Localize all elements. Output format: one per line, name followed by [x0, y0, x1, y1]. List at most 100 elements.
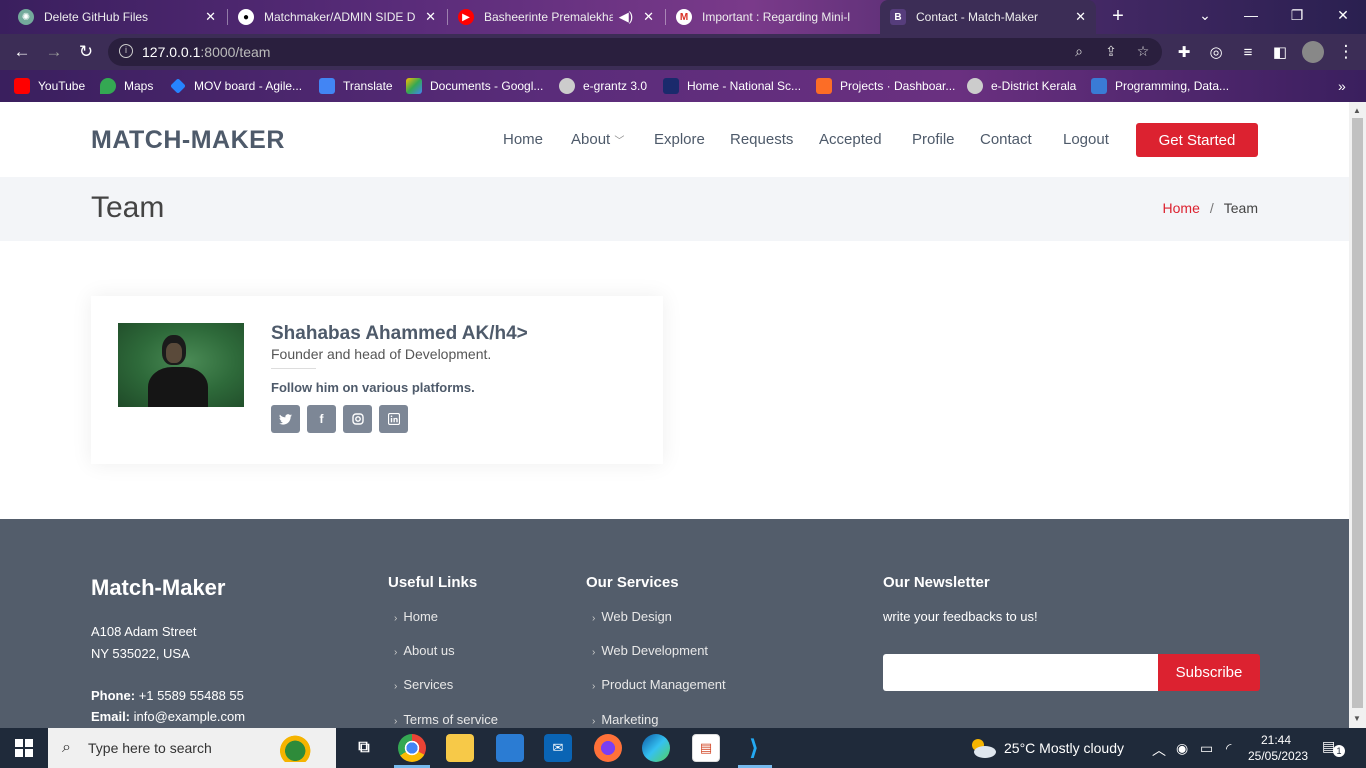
tab-search-icon[interactable]: ⌄ — [1182, 0, 1228, 30]
close-window-icon[interactable]: ✕ — [1320, 0, 1366, 30]
file-explorer-icon[interactable] — [446, 734, 474, 762]
bookmark-translate[interactable]: Translate — [319, 77, 393, 95]
show-hidden-icons[interactable]: ︿ — [1152, 740, 1166, 760]
bookmark-e-district[interactable]: e-District Kerala — [967, 77, 1076, 95]
edge-icon[interactable] — [642, 734, 670, 762]
mail-icon[interactable]: ✉ — [544, 734, 572, 762]
translate-icon — [319, 78, 335, 94]
nav-accepted[interactable]: Accepted — [819, 131, 882, 148]
tab-basheerinte[interactable]: ▶ Basheerinte Premalekha ◀) ✕ — [448, 0, 664, 34]
nav-home[interactable]: Home — [503, 131, 543, 148]
footer-contact: Phone: +1 5589 55488 55 Email: info@exam… — [91, 688, 246, 724]
notifications-icon[interactable]: ▤ 1 — [1322, 738, 1345, 758]
speaker-icon[interactable]: ◀) — [619, 9, 633, 25]
get-started-button[interactable]: Get Started — [1136, 123, 1258, 157]
extension-icon[interactable]: ◎ — [1204, 40, 1228, 64]
new-tab-icon[interactable]: + — [1106, 5, 1130, 29]
taskbar-search-box[interactable]: ⌕ Type here to search — [48, 728, 336, 768]
bookmark-youtube[interactable]: YouTube — [14, 77, 85, 95]
footer-service-product[interactable]: › Product Management — [592, 677, 726, 692]
close-tab-icon[interactable]: ✕ — [643, 9, 654, 25]
facebook-icon[interactable]: f — [307, 405, 336, 433]
newsletter-email-input[interactable] — [883, 654, 1159, 691]
close-tab-icon[interactable]: ✕ — [425, 9, 436, 25]
zoom-icon[interactable]: ⌕ — [1070, 43, 1088, 61]
newsletter-title: Our Newsletter — [883, 574, 990, 591]
chevron-right-icon: › — [394, 613, 398, 624]
task-view-icon[interactable]: ⧉ — [350, 734, 378, 762]
nav-explore[interactable]: Explore — [654, 131, 705, 148]
media-control-icon[interactable]: ≡ — [1236, 40, 1260, 64]
document-icon[interactable]: ▤ — [692, 734, 720, 762]
team-member-card: Shahabas Ahammed AK/h4> Founder and head… — [91, 296, 663, 464]
footer-link-terms[interactable]: › Terms of service — [394, 712, 498, 727]
weather-text[interactable]: 25°C Mostly cloudy — [1004, 740, 1124, 756]
nav-logout[interactable]: Logout — [1063, 131, 1109, 148]
windows-start-icon[interactable] — [0, 728, 48, 768]
meet-now-icon[interactable]: ◉ — [1176, 740, 1188, 757]
twitter-icon[interactable] — [271, 405, 300, 433]
breadcrumb: Home / Team — [1162, 200, 1258, 216]
tab-important-mini[interactable]: M Important : Regarding Mini-l — [666, 0, 878, 34]
footer-link-about[interactable]: › About us — [394, 643, 455, 658]
close-tab-icon[interactable]: ✕ — [205, 9, 216, 25]
bookmark-maps[interactable]: Maps — [100, 77, 153, 95]
footer-link-home[interactable]: › Home — [394, 609, 438, 624]
useful-links-title: Useful Links — [388, 574, 478, 591]
bookmark-projects[interactable]: Projects · Dashboar... — [816, 77, 955, 95]
side-panel-icon[interactable]: ◧ — [1268, 40, 1292, 64]
linkedin-icon[interactable] — [379, 405, 408, 433]
scrollbar-thumb[interactable] — [1352, 118, 1363, 708]
bookmark-egrantz[interactable]: e-grantz 3.0 — [559, 77, 647, 95]
member-role: Founder and head of Development. — [271, 346, 492, 362]
wifi-icon[interactable]: ◜ — [1226, 740, 1231, 757]
bookmark-star-icon[interactable]: ☆ — [1134, 43, 1152, 61]
bookmark-documents[interactable]: Documents - Googl... — [406, 77, 543, 95]
bookmark-programming[interactable]: Programming, Data... — [1091, 77, 1229, 95]
nav-contact[interactable]: Contact — [980, 131, 1032, 148]
site-footer: Match-Maker A108 Adam Street NY 535022, … — [0, 519, 1349, 728]
instagram-icon[interactable] — [343, 405, 372, 433]
footer-service-web-design[interactable]: › Web Design — [592, 609, 672, 624]
footer-link-services[interactable]: › Services — [394, 677, 453, 692]
subscribe-button[interactable]: Subscribe — [1158, 654, 1260, 691]
address-bar[interactable]: i 127.0.0.1:8000/team ⌕ ⇪ ☆ — [108, 38, 1162, 66]
tab-delete-github-files[interactable]: ✺ Delete GitHub Files ✕ — [8, 0, 226, 34]
bookmark-national-sc[interactable]: Home - National Sc... — [663, 77, 801, 95]
tab-matchmaker-admin[interactable]: ● Matchmaker/ADMIN SIDE D ✕ — [228, 0, 446, 34]
tab-contact-match-maker[interactable]: B Contact - Match-Maker ✕ — [880, 0, 1096, 34]
page-scrollbar[interactable]: ▲ ▼ — [1349, 102, 1366, 728]
vscode-icon[interactable]: ⟩ — [740, 734, 768, 762]
footer-service-marketing[interactable]: › Marketing — [592, 712, 658, 727]
bookmark-mov-board[interactable]: MOV board - Agile... — [170, 77, 302, 95]
clock[interactable]: 21:44 25/05/2023 — [1248, 732, 1308, 764]
restore-icon[interactable]: ❐ — [1274, 0, 1320, 30]
minimize-icon[interactable]: — — [1228, 0, 1274, 30]
breadcrumb-home-link[interactable]: Home — [1163, 200, 1200, 216]
windows-taskbar: ⌕ Type here to search ⧉ ✉ ▤ ⟩ 25°C Mostl… — [0, 728, 1366, 768]
nav-requests[interactable]: Requests — [730, 131, 793, 148]
site-info-icon[interactable]: i — [119, 44, 133, 58]
site-logo[interactable]: MATCH-MAKER — [91, 126, 285, 155]
forward-icon[interactable]: → — [42, 40, 66, 64]
firefox-icon[interactable] — [594, 734, 622, 762]
profile-avatar[interactable] — [1302, 41, 1324, 63]
footer-service-web-dev[interactable]: › Web Development — [592, 643, 708, 658]
microsoft-store-icon[interactable] — [496, 734, 524, 762]
url-text: 127.0.0.1:8000/team — [142, 44, 271, 60]
close-tab-icon[interactable]: ✕ — [1075, 9, 1086, 25]
nav-about[interactable]: About ﹀ — [571, 131, 624, 148]
nav-profile[interactable]: Profile — [912, 131, 955, 148]
menu-kebab-icon[interactable]: ⋮ — [1334, 40, 1358, 64]
extensions-icon[interactable]: ✚ — [1172, 40, 1196, 64]
more-bookmarks-icon[interactable]: » — [1338, 77, 1346, 95]
scroll-up-icon[interactable]: ▲ — [1353, 106, 1361, 115]
search-highlight-icon — [276, 734, 324, 762]
share-icon[interactable]: ⇪ — [1102, 43, 1120, 61]
scroll-down-icon[interactable]: ▼ — [1353, 714, 1361, 723]
battery-icon[interactable]: ▭ — [1200, 740, 1213, 757]
reload-icon[interactable]: ↻ — [74, 40, 98, 64]
footer-address: A108 Adam Street NY 535022, USA — [91, 624, 197, 661]
back-icon[interactable]: ← — [10, 40, 34, 64]
chrome-icon[interactable] — [398, 734, 426, 762]
